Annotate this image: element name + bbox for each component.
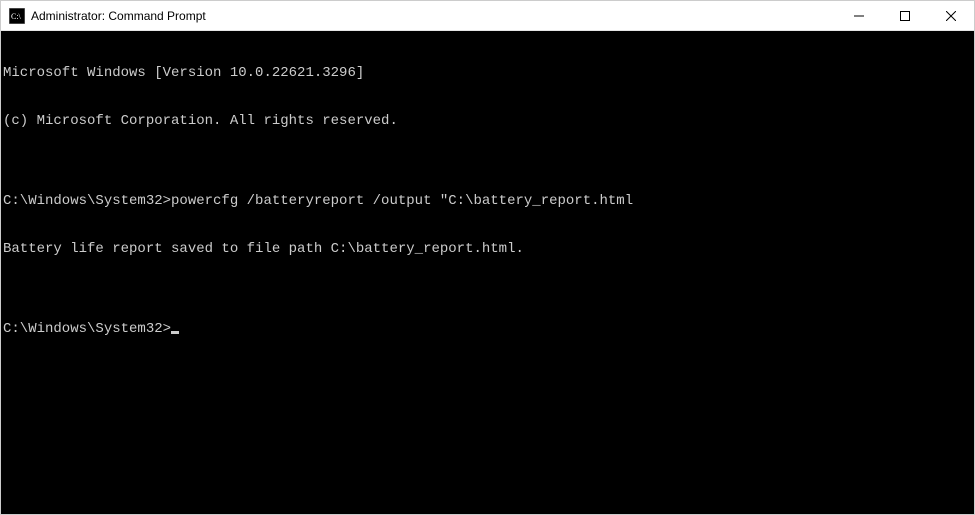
- terminal-line: C:\Windows\System32>powercfg /batteryrep…: [3, 193, 974, 209]
- cmd-icon: C:\: [9, 8, 25, 24]
- window-title: Administrator: Command Prompt: [31, 9, 836, 23]
- prompt-text: C:\Windows\System32>: [3, 321, 171, 337]
- window-controls: [836, 1, 974, 30]
- maximize-button[interactable]: [882, 1, 928, 30]
- current-prompt-line: C:\Windows\System32>: [3, 321, 974, 337]
- terminal-area[interactable]: Microsoft Windows [Version 10.0.22621.32…: [1, 31, 974, 514]
- cursor: [171, 331, 179, 334]
- close-button[interactable]: [928, 1, 974, 30]
- terminal-line: Battery life report saved to file path C…: [3, 241, 974, 257]
- terminal-line: Microsoft Windows [Version 10.0.22621.32…: [3, 65, 974, 81]
- command-prompt-window: C:\ Administrator: Command Prompt Micros…: [0, 0, 975, 515]
- svg-text:C:\: C:\: [11, 12, 22, 21]
- terminal-line: (c) Microsoft Corporation. All rights re…: [3, 113, 974, 129]
- titlebar[interactable]: C:\ Administrator: Command Prompt: [1, 1, 974, 31]
- minimize-button[interactable]: [836, 1, 882, 30]
